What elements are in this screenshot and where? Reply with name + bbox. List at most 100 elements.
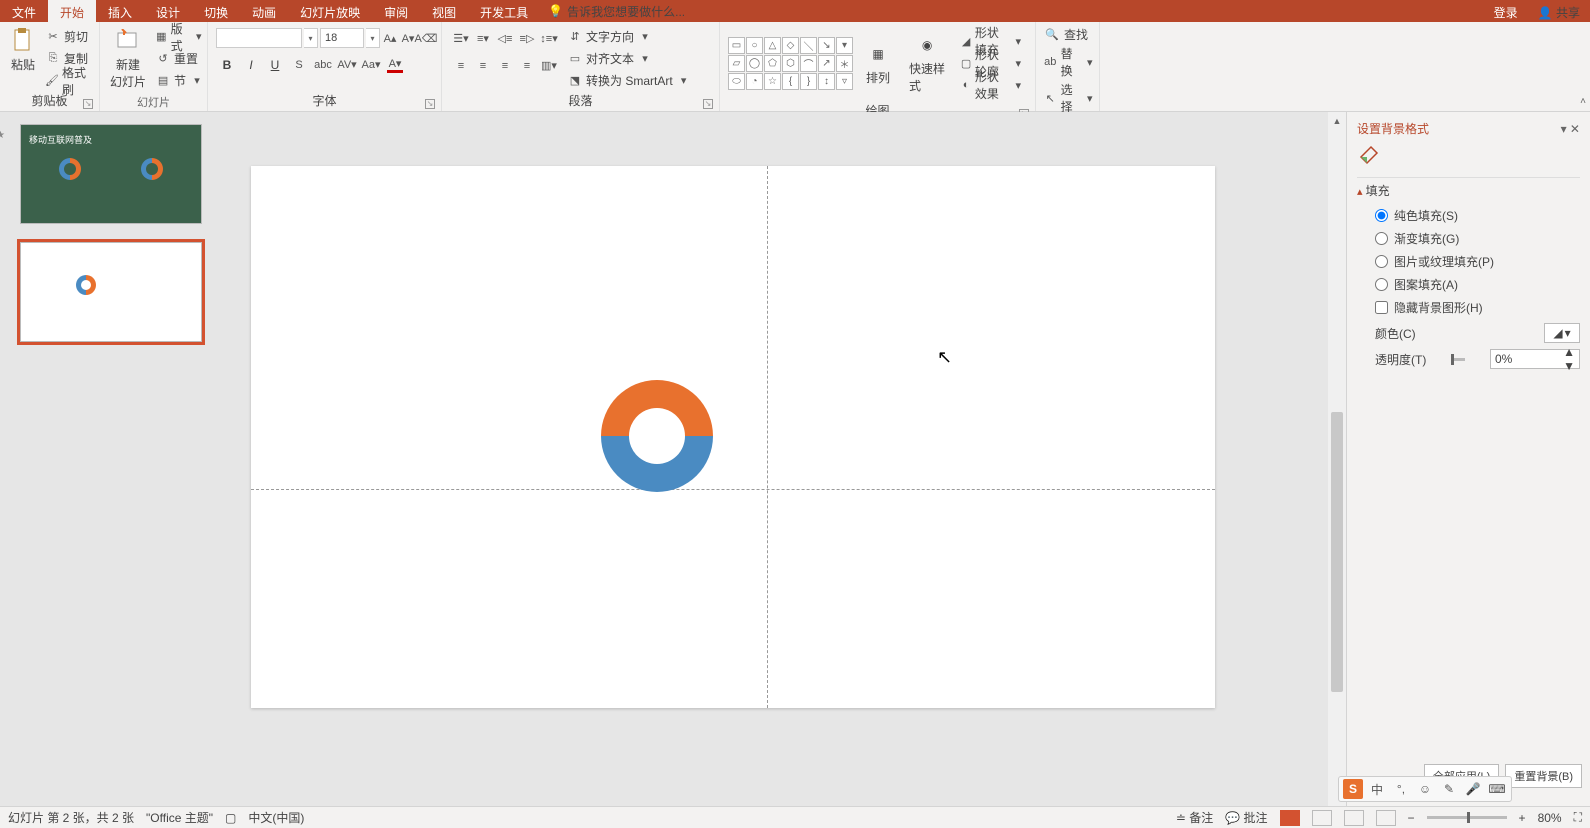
font-name-input[interactable]: [216, 28, 302, 48]
format-painter-button[interactable]: 🖌格式刷: [42, 70, 95, 91]
sorter-view-button[interactable]: [1312, 810, 1332, 826]
justify-button[interactable]: ≡: [519, 58, 535, 74]
quick-styles-button[interactable]: ◉快速样式: [903, 28, 951, 98]
ime-voice-button[interactable]: 🎤: [1463, 779, 1483, 799]
shadow-button[interactable]: abc: [315, 57, 331, 73]
section-button[interactable]: ▤节▾: [152, 70, 208, 91]
comments-button[interactable]: 💬 批注: [1225, 809, 1267, 826]
slideshow-view-button[interactable]: [1376, 810, 1396, 826]
bullets-button[interactable]: ☰▾: [453, 31, 469, 47]
gradient-fill-radio[interactable]: 渐变填充(G): [1375, 230, 1580, 247]
shape-triangle-icon[interactable]: △: [764, 37, 781, 54]
para-dialog-icon[interactable]: ↘: [703, 99, 713, 109]
numbering-button[interactable]: ≡▾: [475, 31, 491, 47]
align-center-button[interactable]: ≡: [475, 58, 491, 74]
replace-button[interactable]: ab替换▾: [1044, 45, 1096, 79]
tell-me[interactable]: 💡告诉我您想要做什么...: [540, 0, 693, 22]
notes-button[interactable]: ≐ 备注: [1176, 809, 1213, 826]
pattern-fill-radio[interactable]: 图案填充(A): [1375, 276, 1580, 293]
color-picker-button[interactable]: ◢▾: [1544, 323, 1580, 343]
donut-shape[interactable]: [601, 380, 713, 492]
align-right-button[interactable]: ≡: [497, 58, 513, 74]
shape-line-icon[interactable]: ＼: [800, 37, 817, 54]
indent-more-button[interactable]: ≡▷: [519, 31, 535, 47]
panel-menu-icon[interactable]: ▾ ✕: [1561, 122, 1580, 136]
shape-more-icon[interactable]: ▾: [836, 37, 853, 54]
select-button[interactable]: ↖选择▾: [1044, 81, 1096, 115]
tab-review[interactable]: 审阅: [372, 0, 420, 22]
smartart-button[interactable]: ⬔转换为 SmartArt▾: [564, 70, 695, 91]
bold-button[interactable]: B: [219, 57, 235, 73]
clear-format-icon[interactable]: A⌫: [418, 30, 434, 46]
shape-circle-icon[interactable]: ○: [746, 37, 763, 54]
shape-rect-icon[interactable]: ▭: [728, 37, 745, 54]
reset-button[interactable]: ↺重置: [152, 48, 208, 69]
indent-less-button[interactable]: ◁≡: [497, 31, 513, 47]
shape-arrow-icon[interactable]: ↘: [818, 37, 835, 54]
new-slide-button[interactable]: 新建 幻灯片: [104, 24, 152, 94]
italic-button[interactable]: I: [243, 57, 259, 73]
reset-bg-button[interactable]: 重置背景(B): [1505, 764, 1582, 788]
shape-effect-button[interactable]: ◐形状效果▾: [957, 75, 1027, 96]
tab-animation[interactable]: 动画: [240, 0, 288, 22]
grow-font-icon[interactable]: A▴: [382, 30, 398, 46]
font-size-input[interactable]: [320, 28, 364, 48]
zoom-level[interactable]: 80%: [1538, 811, 1562, 825]
line-spacing-button[interactable]: ↕≡▾: [541, 31, 557, 47]
find-button[interactable]: 🔍查找: [1044, 26, 1096, 43]
ime-logo-icon[interactable]: S: [1343, 779, 1363, 799]
tab-home[interactable]: 开始: [48, 0, 96, 22]
shapes-gallery[interactable]: ▭○△◇＼↘▾ ▱◯⬠⬡⌒↗＊ ⬭◔☆{}↕▿: [728, 37, 853, 90]
spell-check-icon[interactable]: ▢: [225, 811, 236, 825]
font-size-dropdown[interactable]: ▾: [366, 28, 380, 48]
layout-button[interactable]: ▦版式▾: [152, 26, 208, 47]
transparency-input[interactable]: 0%▲▼: [1490, 349, 1580, 369]
zoom-in-button[interactable]: +: [1519, 811, 1526, 825]
slide-canvas[interactable]: ↖ ▲ ▼: [217, 112, 1346, 828]
ime-punct-button[interactable]: °,: [1391, 779, 1411, 799]
tab-insert[interactable]: 插入: [96, 0, 144, 22]
ime-skin-button[interactable]: ✎: [1439, 779, 1459, 799]
fill-bucket-icon[interactable]: [1357, 143, 1381, 167]
tab-view[interactable]: 视图: [420, 0, 468, 22]
reading-view-button[interactable]: [1344, 810, 1364, 826]
thumbnail-2[interactable]: [20, 242, 202, 342]
ime-emoji-button[interactable]: ☺: [1415, 779, 1435, 799]
tab-slideshow[interactable]: 幻灯片放映: [288, 0, 372, 22]
scroll-thumb[interactable]: [1331, 412, 1343, 692]
spacing-button[interactable]: AV▾: [339, 57, 355, 73]
zoom-out-button[interactable]: −: [1408, 811, 1415, 825]
normal-view-button[interactable]: [1280, 810, 1300, 826]
tab-transition[interactable]: 切换: [192, 0, 240, 22]
text-direction-button[interactable]: ⇵文字方向▾: [564, 26, 695, 47]
picture-fill-radio[interactable]: 图片或纹理填充(P): [1375, 253, 1580, 270]
collapse-ribbon-icon[interactable]: ˄: [1580, 96, 1586, 107]
paste-button[interactable]: 粘贴: [4, 24, 42, 77]
transparency-slider[interactable]: [1451, 358, 1465, 361]
thumbnail-1[interactable]: 移动互联网普及: [20, 124, 202, 224]
align-text-button[interactable]: ▭对齐文本▾: [564, 48, 695, 69]
clipboard-dialog-icon[interactable]: ↘: [83, 99, 93, 109]
vertical-scrollbar[interactable]: ▲ ▼: [1328, 112, 1346, 828]
font-name-dropdown[interactable]: ▾: [304, 28, 318, 48]
solid-fill-radio[interactable]: 纯色填充(S): [1375, 207, 1580, 224]
tab-file[interactable]: 文件: [0, 0, 48, 22]
shape-diamond-icon[interactable]: ◇: [782, 37, 799, 54]
arrange-button[interactable]: ▦排列: [859, 37, 897, 90]
language-button[interactable]: 中文(中国): [248, 809, 304, 826]
cut-button[interactable]: ✂剪切: [42, 26, 95, 47]
font-dialog-icon[interactable]: ↘: [425, 99, 435, 109]
case-button[interactable]: Aa▾: [363, 57, 379, 73]
tab-developer[interactable]: 开发工具: [468, 0, 540, 22]
strike-button[interactable]: S: [291, 57, 307, 73]
zoom-slider[interactable]: [1427, 816, 1507, 819]
columns-button[interactable]: ▥▾: [541, 58, 557, 74]
slide[interactable]: [251, 166, 1215, 708]
underline-button[interactable]: U: [267, 57, 283, 73]
share-button[interactable]: 👤 共享: [1528, 0, 1590, 22]
align-left-button[interactable]: ≡: [453, 58, 469, 74]
hide-bg-checkbox[interactable]: 隐藏背景图形(H): [1375, 299, 1580, 316]
fill-section[interactable]: ▴ 填充: [1357, 177, 1580, 203]
scroll-up-icon[interactable]: ▲: [1328, 112, 1346, 130]
ime-keyboard-button[interactable]: ⌨: [1487, 779, 1507, 799]
